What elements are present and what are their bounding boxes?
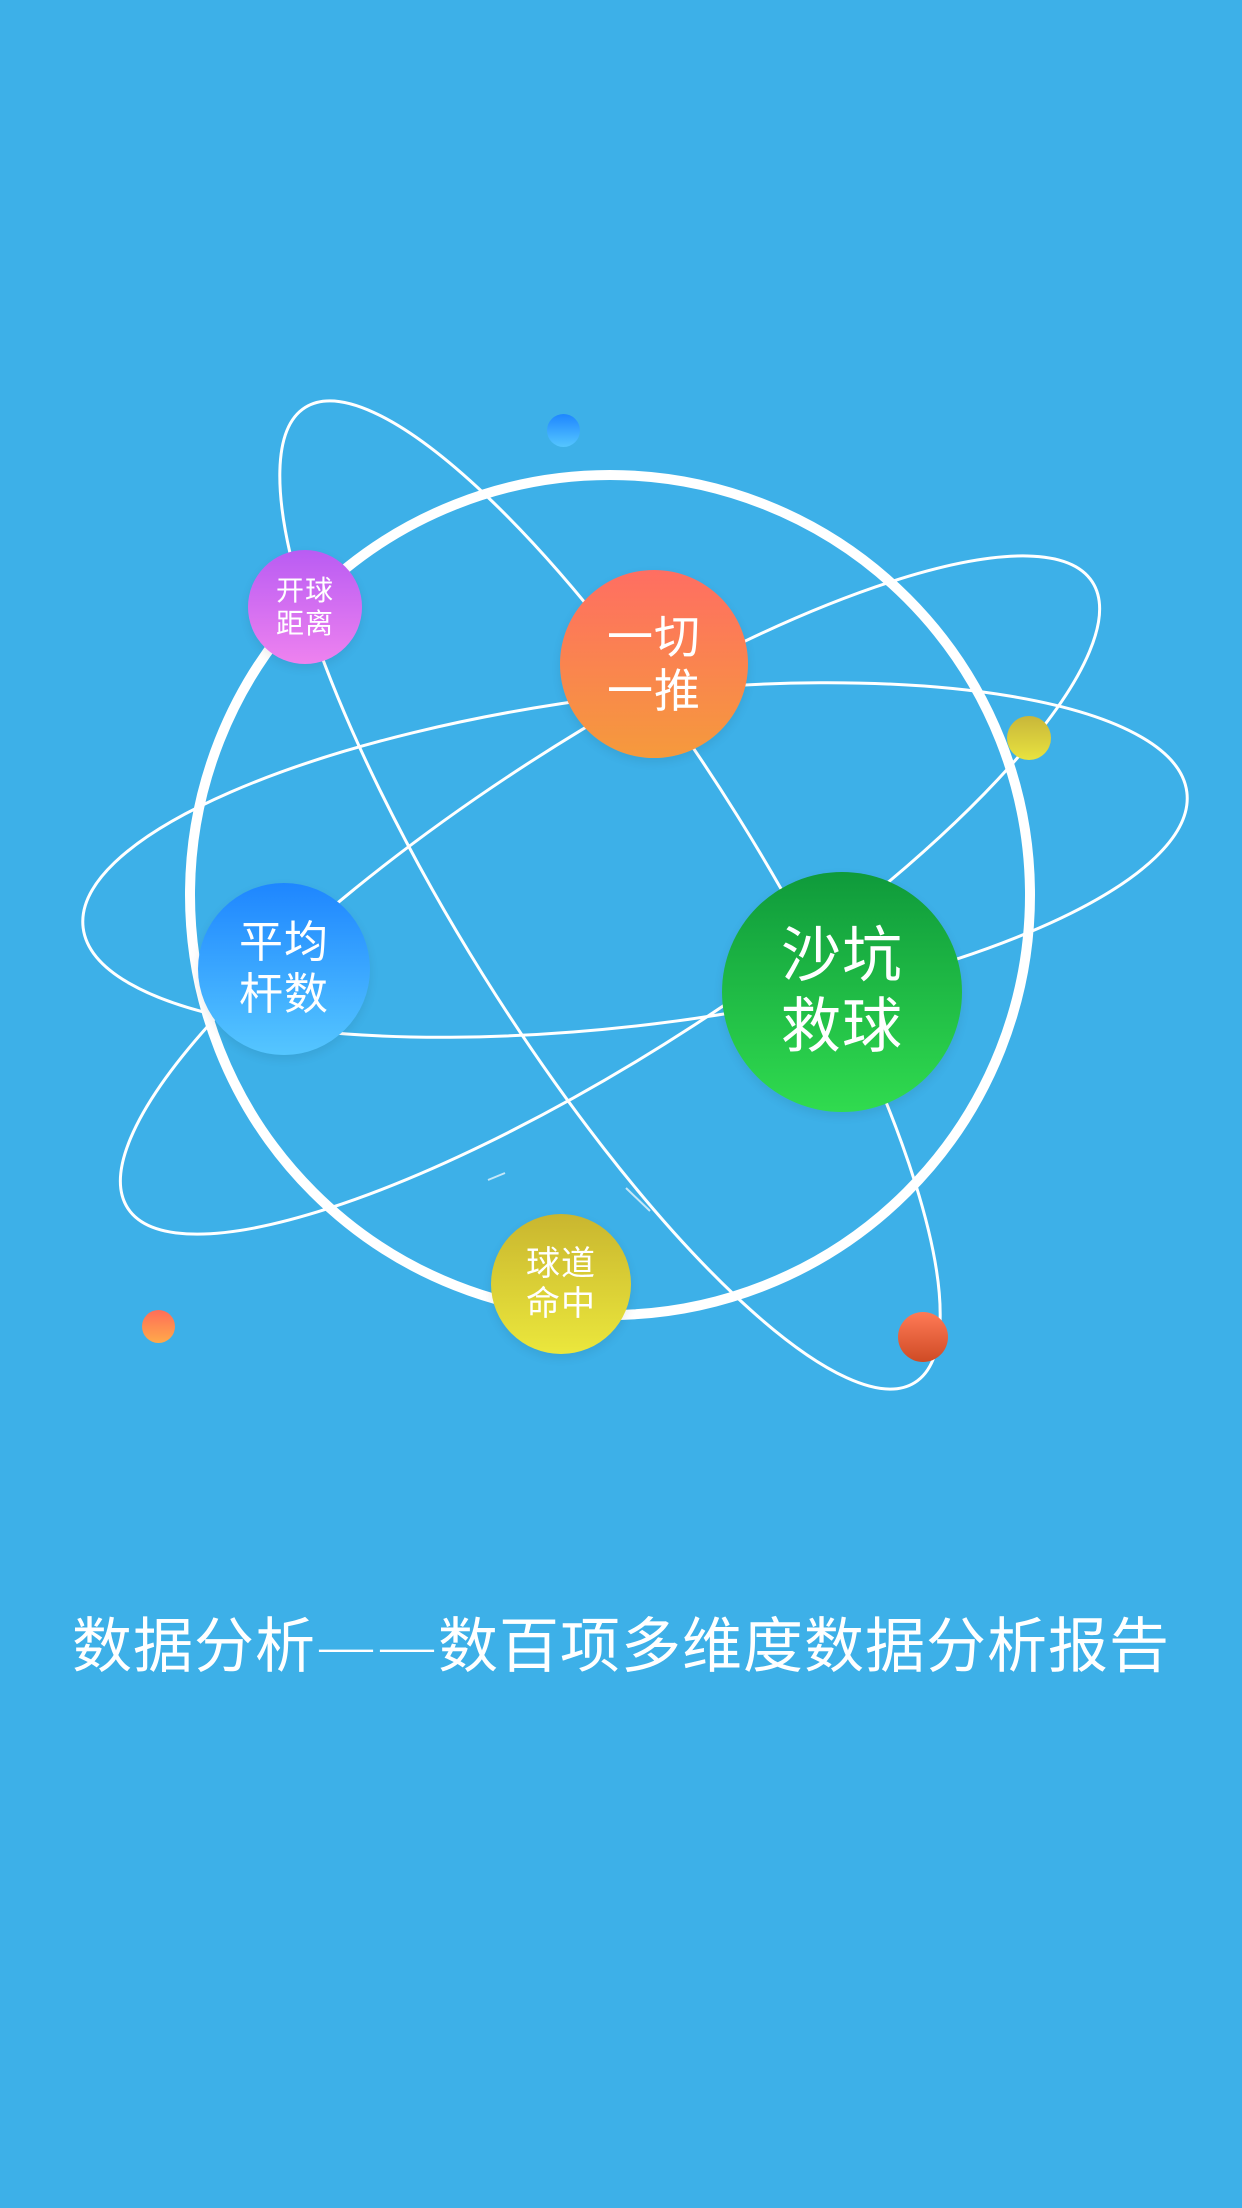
metric-label-bunker-save: 沙坑 救球	[781, 921, 903, 1062]
metric-bubble-bunker-save[interactable]: 沙坑 救球	[722, 872, 962, 1112]
metric-label-fairway-hit: 球道 命中	[526, 1243, 596, 1324]
decorative-dot-red	[898, 1312, 948, 1362]
accent-line-left	[487, 1172, 506, 1181]
metric-bubble-average-strokes[interactable]: 平均 杆数	[198, 883, 370, 1055]
orbit-illustration	[81, 399, 1189, 1391]
metric-label-putting: 一切 一推	[607, 609, 701, 718]
decorative-dot-blue	[547, 414, 580, 447]
decorative-dot-orange	[142, 1310, 175, 1343]
screen: 开球 距离 一切 一推 平均 杆数 沙坑 救球 球道 命中 数据分析——数百项多…	[0, 0, 1242, 2208]
decorative-dot-yellow	[1007, 716, 1051, 760]
metric-bubble-putting[interactable]: 一切 一推	[560, 570, 748, 758]
metric-bubble-fairway-hit[interactable]: 球道 命中	[491, 1214, 631, 1354]
metric-label-drive-distance: 开球 距离	[275, 573, 334, 640]
metric-label-average-strokes: 平均 杆数	[239, 917, 329, 1020]
feature-headline: 数据分析——数百项多维度数据分析报告	[72, 1612, 1170, 1682]
metric-bubble-drive-distance[interactable]: 开球 距离	[248, 550, 362, 664]
